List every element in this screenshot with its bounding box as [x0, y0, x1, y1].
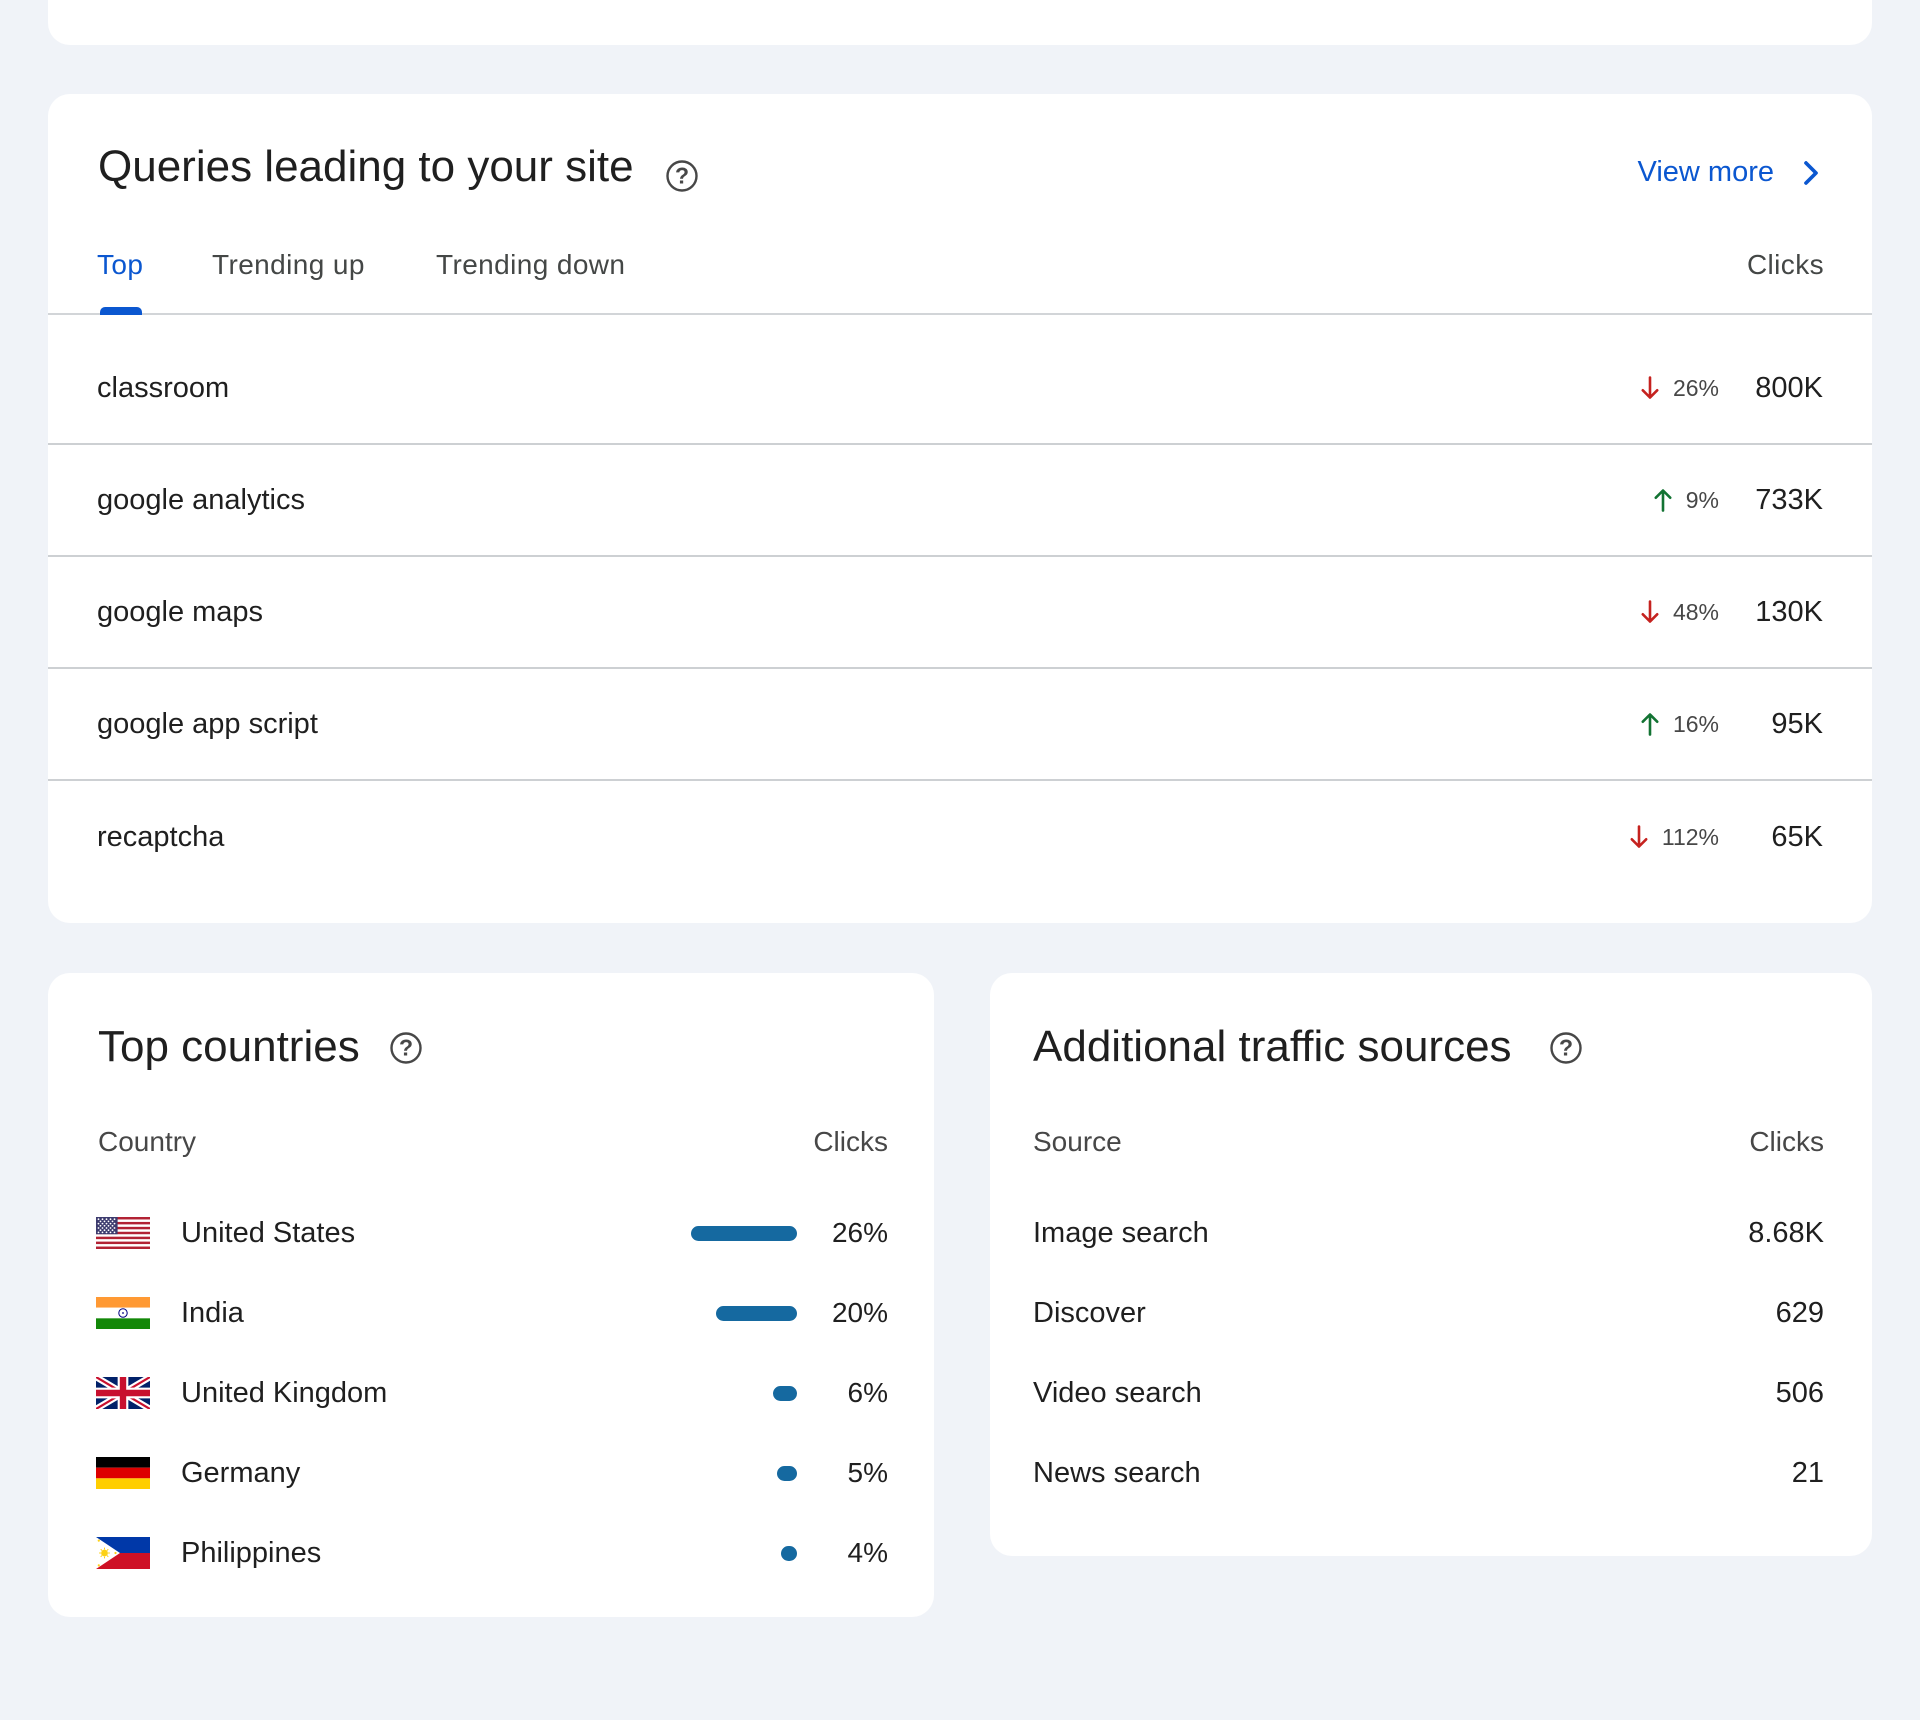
svg-text:?: ?	[399, 1035, 413, 1061]
svg-text:?: ?	[1559, 1035, 1573, 1061]
svg-text:?: ?	[675, 163, 689, 189]
